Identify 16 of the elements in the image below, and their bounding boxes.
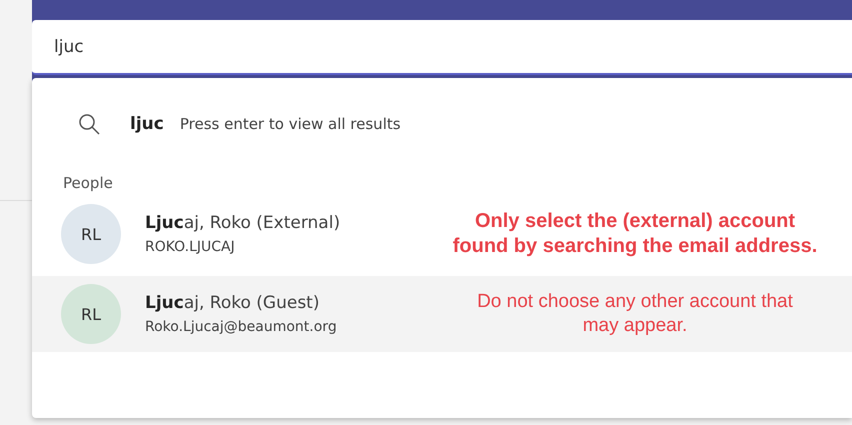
annotation-text: Do not choose any other account that may appear. <box>476 290 794 338</box>
query-text: ljuc <box>130 114 164 134</box>
person-detail: Roko.Ljucaj@beaumont.org <box>145 319 338 335</box>
person-detail: ROKO.LJUCAJ <box>145 239 236 255</box>
search-field[interactable]: ljuc <box>32 20 852 75</box>
avatar: RL <box>61 204 121 264</box>
search-icon <box>78 113 100 135</box>
avatar: RL <box>61 284 121 344</box>
person-name: Ljucaj, Roko (External) <box>145 213 342 233</box>
annotation-text: Only select the (external) account found by searching the email address. <box>452 209 818 259</box>
person-name: Ljucaj, Roko (Guest) <box>145 293 320 313</box>
section-heading: People <box>63 174 113 192</box>
search-suggestion[interactable]: ljuc Press enter to view all results <box>32 104 852 144</box>
hint-text: Press enter to view all results <box>180 115 401 133</box>
person-row[interactable]: RL Ljucaj, Roko (Guest) Roko.Ljucaj@beaumont.org Do not choose any other account that may appear. <box>32 276 852 352</box>
person-row[interactable]: RL Ljucaj, Roko (External) ROKO.LJUCAJ Only select the (external) account found by searching the email address. <box>32 196 852 272</box>
